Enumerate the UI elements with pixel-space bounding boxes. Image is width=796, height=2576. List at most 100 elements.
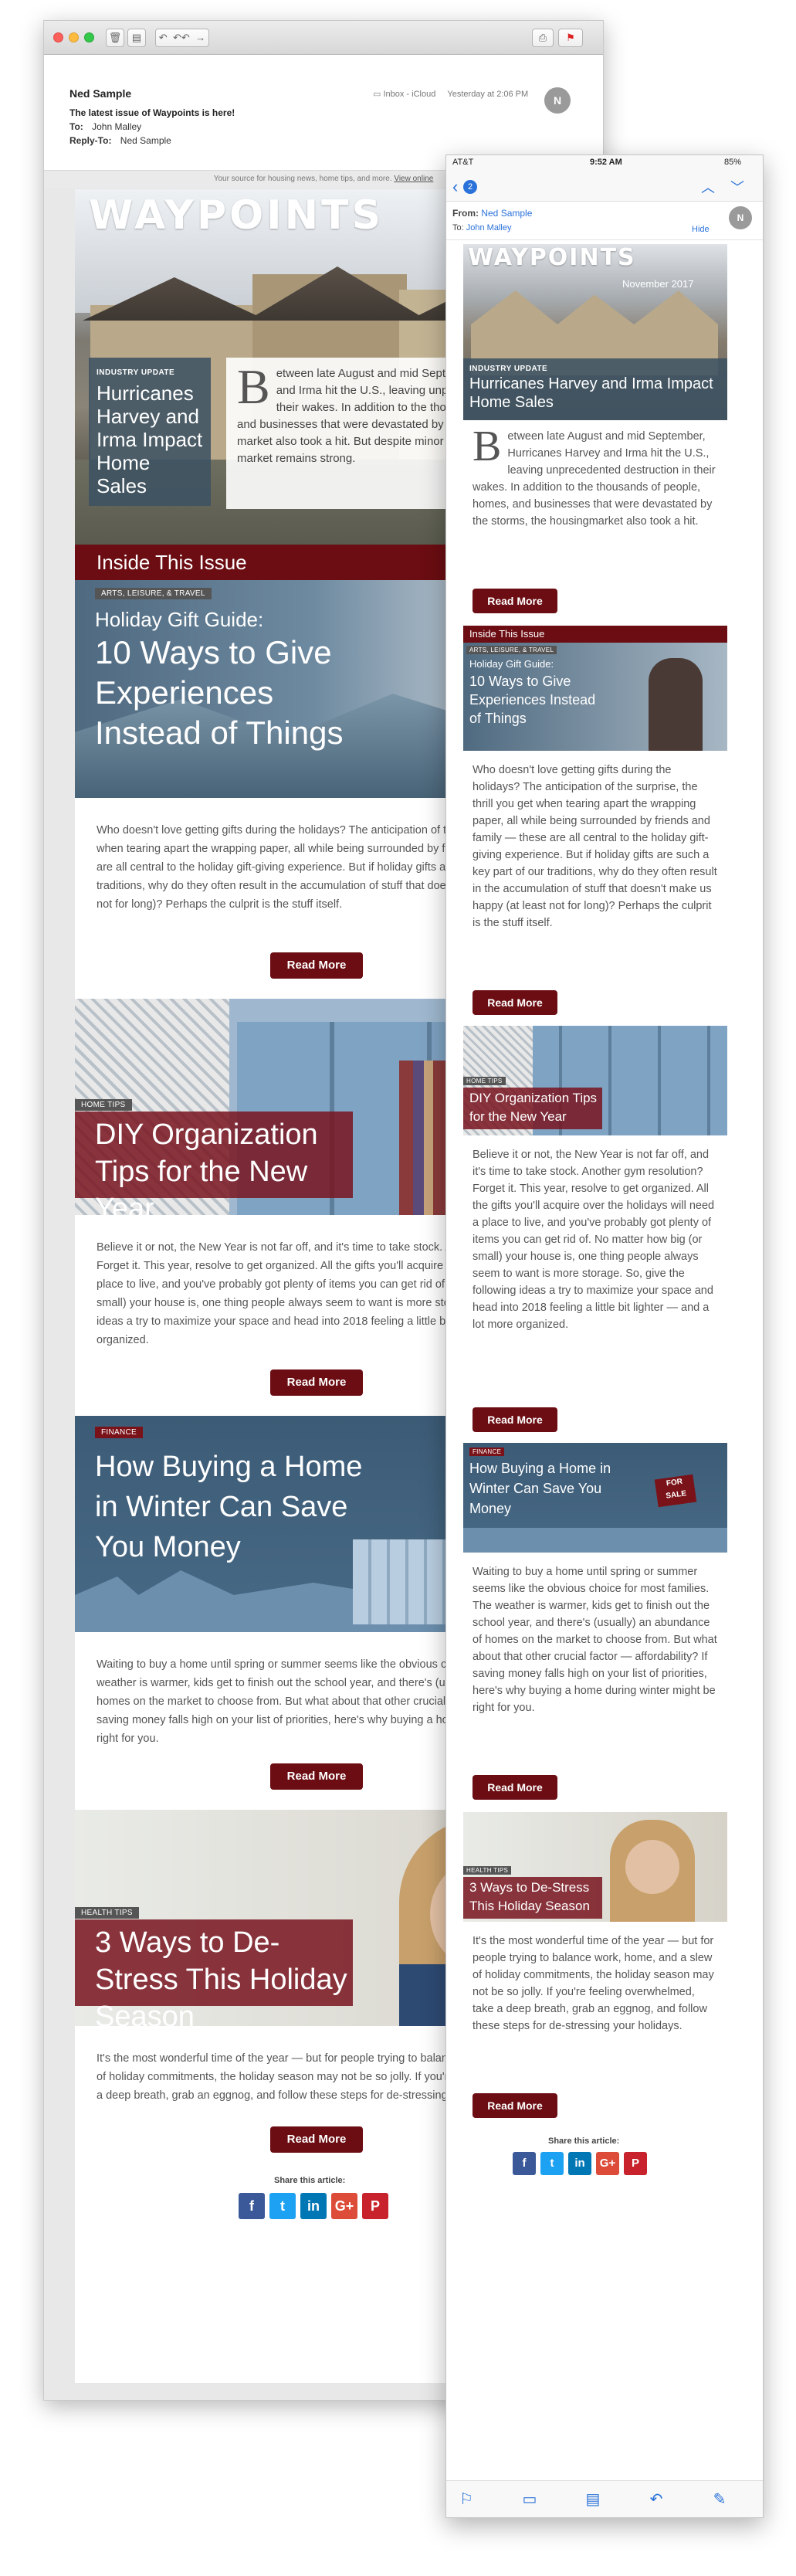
mail-header: Ned Sample The latest issue of Waypoints… [44, 55, 603, 171]
inside-issue-bar: Inside This Issue [463, 626, 727, 643]
share-icons: f t in G+ P [239, 2193, 388, 2219]
article-diy-image: HOME TIPS DIY Organization Tips for the … [463, 1026, 727, 1135]
hide-link[interactable]: Hide [692, 225, 710, 234]
hero-tag: INDUSTRY UPDATE [97, 368, 175, 377]
print-icon[interactable]: ⎙ [532, 29, 554, 47]
flag-icon[interactable]: ⚐ [457, 2490, 476, 2509]
article-kicker: Holiday Gift Guide: [469, 658, 554, 670]
newsletter-logo: WAYPOINTS [468, 244, 636, 271]
reply-icon[interactable]: ↶ [647, 2490, 666, 2509]
reply-to-value[interactable]: Ned Sample [120, 135, 171, 146]
phone-mail-view: AT&T 9:52 AM 85% ‹ 2 ︿ ﹀ From: Ned Sampl… [445, 154, 764, 2518]
share-label: Share this article: [548, 2136, 620, 2146]
view-online-link[interactable]: View online [394, 175, 433, 183]
mail-toolbar: 🗑 ▤ ↶ ↶↶ → ⎙ ⚑ [44, 21, 603, 55]
share-label: Share this article: [274, 2176, 346, 2185]
from-value[interactable]: Ned Sample [481, 208, 532, 219]
from-label: From: [452, 208, 479, 219]
sender-name: Ned Sample [69, 87, 132, 100]
read-more-button[interactable]: Read More [270, 2126, 363, 2153]
chevron-down-icon[interactable]: ﹀ [730, 177, 744, 197]
inside-issue-label: Inside This Issue [97, 551, 247, 574]
phone-mail-header: From: Ned Sample To: John Malley Hide N [446, 202, 763, 240]
twitter-icon[interactable]: t [269, 2193, 296, 2219]
article-gift-guide-image: ARTS, LEISURE, & TRAVEL Holiday Gift Gui… [463, 643, 727, 751]
carrier: AT&T [452, 158, 474, 167]
clock: 9:52 AM [590, 158, 622, 167]
article-tag: Finance [469, 1448, 505, 1456]
article-title: 3 Ways to De-Stress This Holiday Season [95, 1926, 347, 2026]
folder-icon[interactable]: ▭ [520, 2490, 539, 2509]
mail-meta: ▭ Inbox - iCloud Yesterday at 2:06 PM [373, 89, 528, 99]
zoom-window-button[interactable] [84, 32, 94, 42]
archive-icon[interactable]: ▤ [584, 2490, 602, 2509]
article-title: How Buying a Home in Winter Can Save You… [95, 1451, 363, 1563]
linkedin-icon[interactable]: in [568, 2152, 591, 2175]
mailbox-label: Inbox - iCloud [383, 90, 436, 99]
article-tag: Finance [95, 1427, 143, 1438]
article-excerpt: Believe it or not, the New Year is not f… [473, 1149, 715, 1331]
read-more-button[interactable]: Read More [473, 1775, 557, 1800]
read-more-button[interactable]: Read More [270, 1763, 363, 1790]
hero-card: INDUSTRY UPDATE Hurricanes Harvey and Ir… [463, 358, 727, 420]
twitter-icon[interactable]: t [540, 2152, 564, 2175]
article-destress-image: HEALTH TIPS 3 Ways to De-Stress This Hol… [463, 1812, 727, 1922]
article-title: 10 Ways to Give Experiences Instead of T… [95, 634, 344, 751]
read-more-button[interactable]: Read More [473, 2093, 557, 2118]
hero-title: Hurricanes Harvey and Irma Impact Home S… [97, 382, 203, 497]
flag-icon[interactable]: ⚑ [558, 29, 583, 47]
article-tag: HOME TIPS [463, 1077, 506, 1085]
article-tag: HOME TIPS [75, 1099, 132, 1111]
article-tag: ARTS, LEISURE, & TRAVEL [466, 646, 557, 654]
reply-all-icon[interactable]: ↶↶ [173, 29, 190, 46]
facebook-icon[interactable]: f [239, 2193, 265, 2219]
phone-newsletter: WAYPOINTS November 2017 INDUSTRY UPDATE … [463, 244, 727, 2469]
to-value[interactable]: John Malley [92, 121, 141, 132]
article-excerpt: It's the most wonderful time of the year… [473, 1935, 714, 2032]
inbox-icon: ▭ [373, 90, 381, 99]
archive-icon[interactable]: ▤ [127, 29, 146, 47]
article-tag: ARTS, LEISURE, & TRAVEL [95, 588, 212, 599]
hero-image: WAYPOINTS November 2017 INDUSTRY UPDATE … [463, 244, 727, 420]
article-kicker: Holiday Gift Guide: [95, 608, 264, 631]
read-more-button[interactable]: Read More [473, 1407, 557, 1432]
hero-card: INDUSTRY UPDATE Hurricanes Harvey and Ir… [89, 358, 211, 506]
hero-tag: INDUSTRY UPDATE [469, 365, 548, 373]
google-plus-icon[interactable]: G+ [331, 2193, 357, 2219]
read-more-button[interactable]: Read More [473, 589, 557, 613]
avatar: N [729, 206, 752, 229]
forward-icon[interactable]: → [195, 29, 205, 46]
phone-toolbar: ⚐ ▭ ▤ ↶ ✎ [446, 2480, 763, 2517]
mail-date: Yesterday at 2:06 PM [447, 90, 529, 99]
reply-icon[interactable]: ↶ [159, 29, 168, 46]
share-icons: f t in G+ P [513, 2152, 647, 2175]
battery-level: 85% [724, 158, 742, 167]
facebook-icon[interactable]: f [513, 2152, 536, 2175]
to-value[interactable]: John Malley [466, 223, 512, 232]
to-row: To: John Malley [69, 121, 141, 132]
read-more-button[interactable]: Read More [270, 1369, 363, 1396]
article-title: DIY Organization Tips for the New Year [469, 1091, 598, 1124]
pinterest-icon[interactable]: P [362, 2193, 388, 2219]
google-plus-icon[interactable]: G+ [596, 2152, 619, 2175]
pinterest-icon[interactable]: P [624, 2152, 647, 2175]
read-more-button[interactable]: Read More [270, 952, 363, 979]
article-title: 10 Ways to Give Experiences Instead of T… [469, 674, 596, 726]
article-title: DIY Organization Tips for the New Year [95, 1118, 318, 1215]
phone-nav: ‹ 2 ︿ ﹀ [446, 171, 763, 202]
back-count-badge[interactable]: 2 [463, 180, 477, 194]
back-icon[interactable]: ‹ [452, 177, 458, 197]
close-window-button[interactable] [53, 32, 63, 42]
linkedin-icon[interactable]: in [300, 2193, 327, 2219]
hero-text: etween late August and mid September, Hu… [473, 430, 716, 528]
hero-excerpt: B etween late August and mid September, … [473, 428, 718, 582]
minimize-window-button[interactable] [69, 32, 79, 42]
to-label: To: [69, 121, 83, 132]
article-excerpt: Waiting to buy a home until spring or su… [473, 1566, 717, 1714]
trash-icon[interactable]: 🗑 [106, 29, 124, 47]
chevron-up-icon[interactable]: ︿ [701, 177, 715, 197]
read-more-button[interactable]: Read More [473, 990, 557, 1015]
avatar: N [544, 87, 571, 114]
article-title: 3 Ways to De-Stress This Holiday Season [469, 1880, 590, 1913]
compose-icon[interactable]: ✎ [710, 2490, 729, 2509]
